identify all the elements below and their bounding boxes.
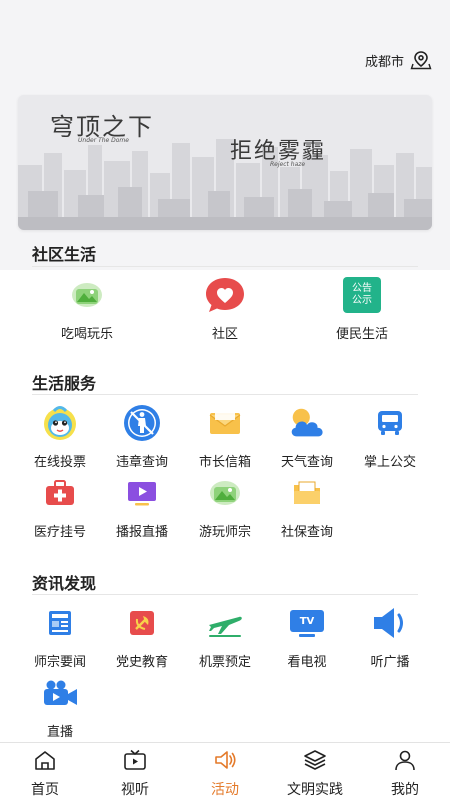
tv-badge-text: TV <box>299 615 315 627</box>
tab-home[interactable]: 首页 <box>0 743 90 800</box>
tab-label: 我的 <box>391 782 419 798</box>
tv-icon <box>124 749 146 770</box>
tab-activities[interactable]: 活动 <box>180 743 270 800</box>
service-item-label: 社保查询 <box>280 525 333 540</box>
community-divider <box>32 266 418 267</box>
community-section-title: 社区生活 <box>32 245 97 264</box>
services-divider <box>32 394 418 395</box>
folder-icon <box>294 481 320 504</box>
medical-kit-icon <box>46 480 74 505</box>
news-item-live[interactable]: 直播 <box>15 673 105 740</box>
service-item-weather-query[interactable]: 天气查询 <box>262 403 352 470</box>
promo-banner[interactable]: 穹顶之下 Under The Dome 拒绝雾霾 Reject haze <box>18 95 432 230</box>
tv-play-icon <box>128 482 156 506</box>
service-item-social-security[interactable]: 社保查询 <box>262 473 352 540</box>
video-camera-icon <box>44 680 77 705</box>
news-item-label: 党史教育 <box>115 655 168 670</box>
location-pin-icon <box>410 51 432 70</box>
user-icon <box>395 750 415 771</box>
heart-bubble-icon <box>206 278 244 312</box>
mountain-image-icon <box>210 481 240 505</box>
service-item-label: 游玩师宗 <box>198 525 251 540</box>
envelope-icon <box>209 410 241 434</box>
airplane-icon <box>209 616 242 637</box>
location-selector[interactable]: 成都市 <box>365 50 432 70</box>
service-item-label: 掌上公交 <box>363 455 416 470</box>
service-item-label: 在线投票 <box>33 455 86 470</box>
service-item-live-broadcast[interactable]: 播报直播 <box>97 473 187 540</box>
home-icon <box>35 751 55 770</box>
notice-board-text: 公告公示 <box>352 283 372 306</box>
service-item-violation-query[interactable]: 违章查询 <box>97 403 187 470</box>
news-icon <box>49 611 71 635</box>
service-item-label: 天气查询 <box>280 455 333 470</box>
mascot-icon <box>44 406 76 440</box>
news-item-label: 直播 <box>46 725 73 740</box>
mountain-image-icon <box>72 283 102 307</box>
service-item-label: 市长信箱 <box>198 455 251 470</box>
service-item-label: 违章查询 <box>115 455 168 470</box>
status-bar <box>0 0 450 36</box>
service-item-medical-registration[interactable]: 医疗挂号 <box>15 473 105 540</box>
news-divider <box>32 594 418 595</box>
tab-label: 文明实践 <box>287 782 343 798</box>
tab-civilization-practice[interactable]: 文明实践 <box>270 743 360 800</box>
service-item-label: 医疗挂号 <box>33 525 86 540</box>
community-item-label: 吃喝玩乐 <box>60 327 113 342</box>
news-item-party-history[interactable]: 党史教育 <box>97 603 187 670</box>
news-item-listen-radio[interactable]: 听广播 <box>345 603 435 670</box>
service-item-mobile-bus[interactable]: 掌上公交 <box>345 403 435 470</box>
community-item-convenience[interactable]: 公告公示 便民生活 <box>317 275 407 342</box>
community-item-community[interactable]: 社区 <box>180 275 270 342</box>
service-item-mayor-mailbox[interactable]: 市长信箱 <box>180 403 270 470</box>
news-section-title: 资讯发现 <box>32 574 97 593</box>
community-item-label: 社区 <box>211 327 238 342</box>
tv-icon: TV <box>289 608 325 638</box>
news-item-label: 机票预定 <box>198 655 251 670</box>
weather-icon <box>291 408 323 437</box>
no-pedestrian-icon <box>124 405 160 441</box>
news-item-shizong-news[interactable]: 师宗要闻 <box>15 603 105 670</box>
tab-label: 视听 <box>121 782 149 798</box>
news-item-watch-tv[interactable]: TV 看电视 <box>262 603 352 670</box>
news-item-label: 听广播 <box>370 655 410 670</box>
tab-label: 活动 <box>211 782 239 798</box>
news-item-label: 师宗要闻 <box>33 655 86 670</box>
speaker-icon <box>215 751 236 769</box>
community-item-food-fun[interactable]: 吃喝玩乐 <box>42 275 132 342</box>
community-item-label: 便民生活 <box>335 327 388 342</box>
tab-mine[interactable]: 我的 <box>360 743 450 800</box>
banner-subtitle-right: Reject haze <box>270 161 306 168</box>
tab-audiovisual[interactable]: 视听 <box>90 743 180 800</box>
service-item-label: 播报直播 <box>115 525 168 540</box>
news-item-label: 看电视 <box>287 655 327 670</box>
layers-icon <box>304 750 326 770</box>
speaker-icon <box>374 608 403 638</box>
party-emblem-icon <box>130 611 154 635</box>
bus-icon <box>378 411 402 435</box>
tab-label: 首页 <box>31 782 59 798</box>
services-section-title: 生活服务 <box>32 374 97 393</box>
notice-board-icon: 公告公示 <box>343 277 381 313</box>
bottom-tab-bar: 首页 视听 活动 文明实践 我的 <box>0 742 450 800</box>
service-item-travel-shizong[interactable]: 游玩师宗 <box>180 473 270 540</box>
news-item-flight-booking[interactable]: 机票预定 <box>180 603 270 670</box>
city-label: 成都市 <box>364 54 404 70</box>
banner-subtitle-left: Under The Dome <box>78 137 129 144</box>
service-item-online-vote[interactable]: 在线投票 <box>15 403 105 470</box>
